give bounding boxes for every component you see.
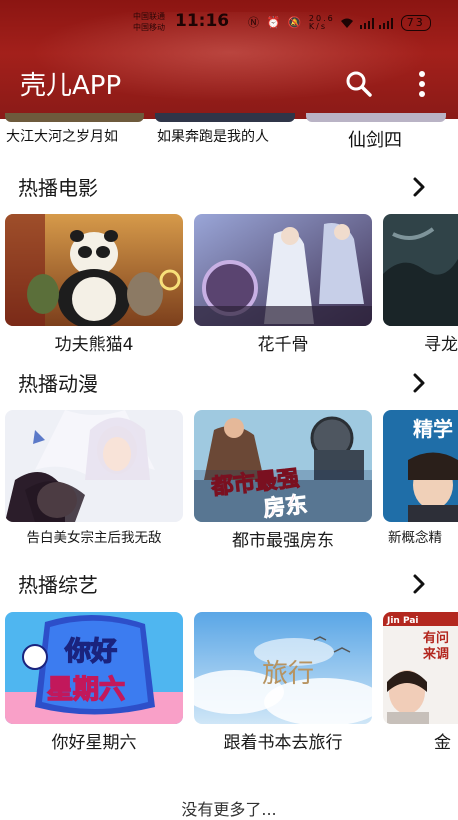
movie-card-kungfu-panda[interactable]: 功夫熊猫4 bbox=[5, 214, 183, 355]
movie-card-hua-qian-gu[interactable]: 花千骨 bbox=[194, 214, 372, 355]
anime-title: 都市最强房东 bbox=[232, 531, 334, 551]
more-menu-button[interactable] bbox=[412, 70, 432, 98]
poster-text-6: 旅行 bbox=[262, 659, 314, 689]
wifi-icon bbox=[340, 16, 360, 29]
status-time: 11:16 bbox=[175, 11, 230, 31]
variety-title: 你好星期六 bbox=[51, 733, 137, 753]
poster-jinpai: Jin Pai 有问 来调 bbox=[383, 612, 458, 724]
section-title-variety: 热播综艺 bbox=[18, 573, 98, 597]
more-vertical-icon bbox=[419, 71, 425, 97]
poster-text-5: 星期六 bbox=[47, 675, 125, 705]
alarm-icon: ⏰ bbox=[266, 16, 283, 29]
poster-xin-gainian: 精学 bbox=[383, 410, 458, 522]
carrier-2: 中国移动 bbox=[133, 23, 165, 32]
chevron-right-icon[interactable] bbox=[408, 372, 430, 394]
poster-nihao-xingqiliu: 你好 星期六 bbox=[5, 612, 183, 724]
top-row-caption-2[interactable]: 如果奔跑是我的人 bbox=[157, 126, 269, 146]
movie-card-xun-long[interactable]: 寻龙 bbox=[383, 214, 458, 355]
chevron-right-icon[interactable] bbox=[408, 176, 430, 198]
top-thumb-1[interactable] bbox=[5, 113, 144, 122]
poster-genzhe-shuben: 旅行 bbox=[194, 612, 372, 724]
poster-kungfu-panda bbox=[5, 214, 183, 326]
poster-text-9: 来调 bbox=[422, 646, 449, 662]
poster-text-7: Jin Pai bbox=[386, 616, 419, 626]
variety-card-jinpai[interactable]: Jin Pai 有问 来调 金 bbox=[383, 612, 458, 753]
top-row-caption-1[interactable]: 大江大河之岁月如 bbox=[6, 126, 118, 146]
search-icon bbox=[346, 71, 372, 97]
chevron-right-icon[interactable] bbox=[408, 573, 430, 595]
carrier-1: 中国联通 bbox=[133, 12, 165, 21]
anime-card-xin-gainian[interactable]: 精学 新概念精 bbox=[383, 410, 458, 546]
top-thumb-3[interactable] bbox=[306, 113, 446, 122]
poster-text-8: 有问 bbox=[423, 630, 449, 646]
app-title: 壳儿APP bbox=[20, 71, 122, 101]
poster-text-2: 房东 bbox=[262, 492, 308, 522]
variety-card-nihao-xingqiliu[interactable]: 你好 星期六 你好星期六 bbox=[5, 612, 183, 753]
no-more-text: 没有更多了... bbox=[181, 800, 277, 819]
anime-title: 告白美女宗主后我无敌 bbox=[26, 530, 162, 546]
top-thumb-2[interactable] bbox=[155, 113, 295, 122]
mute-icon: 🔕 bbox=[287, 16, 304, 29]
network-speed: 20.6 K/s bbox=[308, 14, 335, 31]
variety-title: 跟着书本去旅行 bbox=[223, 733, 343, 753]
anime-card-dushi-fangdong[interactable]: 都市最强 房东 都市最强房东 bbox=[194, 410, 372, 551]
poster-hua-qian-gu bbox=[194, 214, 372, 326]
app-header: 中国联通 中国移动 11:16 Ⓝ ⏰ 🔕 20.6 K/s 73 壳儿APP bbox=[0, 0, 458, 119]
poster-text-3: 精学 bbox=[413, 417, 453, 441]
section-title-anime: 热播动漫 bbox=[18, 372, 98, 396]
top-row-caption-3[interactable]: 仙剑四 bbox=[348, 126, 402, 152]
movie-title: 寻龙 bbox=[424, 335, 458, 355]
nfc-icon: Ⓝ bbox=[248, 16, 261, 29]
poster-gaobai bbox=[5, 410, 183, 522]
signal-icon-1 bbox=[359, 16, 380, 29]
movie-title: 花千骨 bbox=[257, 335, 309, 355]
status-bar: 中国联通 中国移动 11:16 Ⓝ ⏰ 🔕 20.6 K/s 73 bbox=[0, 8, 458, 40]
status-icons: Ⓝ ⏰ 🔕 20.6 K/s 73 bbox=[248, 14, 431, 31]
movie-title: 功夫熊猫4 bbox=[54, 335, 134, 355]
poster-xun-long bbox=[383, 214, 458, 326]
variety-card-genzhe-shuben[interactable]: 旅行 跟着书本去旅行 bbox=[194, 612, 372, 753]
variety-title: 金 bbox=[434, 733, 451, 753]
anime-title: 新概念精 bbox=[388, 530, 442, 546]
signal-icon-2 bbox=[379, 16, 399, 29]
battery-indicator: 73 bbox=[400, 15, 431, 31]
anime-card-gaobai[interactable]: 告白美女宗主后我无敌 bbox=[5, 410, 183, 546]
carrier-labels: 中国联通 中国移动 bbox=[133, 11, 165, 33]
poster-dushi-fangdong: 都市最强 房东 bbox=[194, 410, 372, 522]
poster-text-4: 你好 bbox=[64, 637, 117, 667]
section-title-movies: 热播电影 bbox=[18, 176, 98, 200]
search-button[interactable] bbox=[344, 69, 374, 99]
